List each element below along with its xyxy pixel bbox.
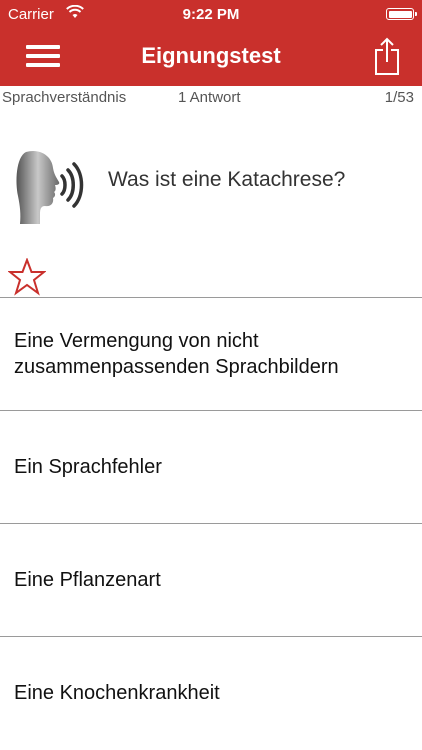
- category-label: Sprachverständnis: [2, 89, 127, 106]
- answer-option[interactable]: Eine Vermengung von nicht zusammenpassen…: [0, 297, 422, 410]
- question-block: Was ist eine Katachrese?: [0, 140, 422, 224]
- question-info-bar: Sprachverständnis 1 Antwort 1/53: [0, 86, 422, 110]
- answer-label: Eine Vermengung von nicht zusammenpassen…: [14, 330, 339, 378]
- answer-count-label: 1 Antwort: [178, 89, 241, 106]
- app-header: Carrier 9:22 PM Eignungstest: [0, 0, 422, 86]
- battery-icon: [386, 8, 417, 20]
- answer-option[interactable]: Ein Sprachfehler: [0, 410, 422, 523]
- answer-label: Eine Knochenkrankheit: [14, 682, 220, 704]
- answer-list: Eine Vermengung von nicht zusammenpassen…: [0, 297, 422, 749]
- speaker-head-icon[interactable]: [14, 148, 88, 224]
- status-bar: Carrier 9:22 PM: [0, 0, 422, 30]
- answer-option[interactable]: Eine Knochenkrankheit: [0, 636, 422, 749]
- share-icon[interactable]: [372, 36, 402, 76]
- page-title: Eignungstest: [141, 43, 281, 68]
- answer-option[interactable]: Eine Pflanzenart: [0, 523, 422, 636]
- answer-label: Eine Pflanzenart: [14, 569, 161, 591]
- progress-counter: 1/53: [384, 89, 414, 106]
- navigation-bar: Eignungstest: [0, 30, 422, 86]
- answer-label: Ein Sprachfehler: [14, 456, 162, 478]
- star-outline-icon[interactable]: [8, 258, 46, 296]
- question-text: Was ist eine Katachrese?: [108, 168, 346, 191]
- status-time: 9:22 PM: [182, 6, 240, 23]
